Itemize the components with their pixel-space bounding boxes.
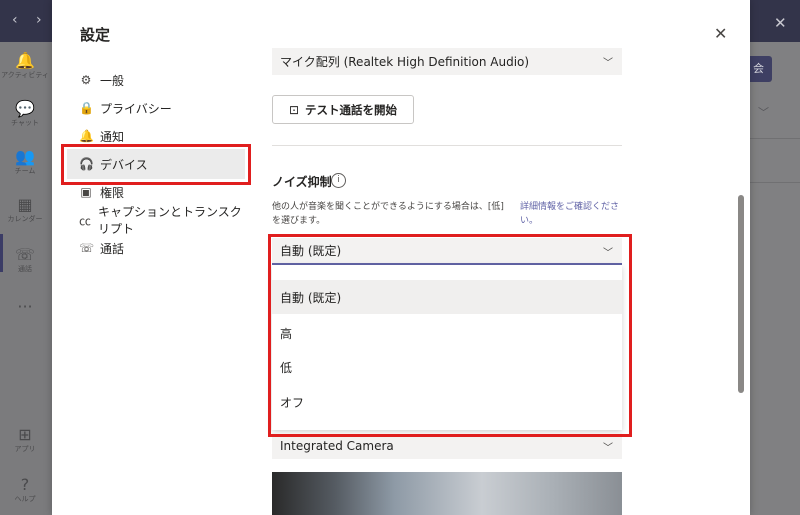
option-off[interactable]: オフ	[272, 385, 622, 419]
teams-icon: 👥	[15, 147, 35, 166]
phone-icon: ☏	[14, 245, 35, 264]
test-call-icon: ⊡	[288, 102, 300, 117]
more-icon: ···	[17, 297, 33, 316]
app-close-icon[interactable]: ✕	[774, 14, 787, 32]
rail-calendar[interactable]: ▦ カレンダー	[0, 196, 50, 224]
app-rail: 🔔 アクティビティ 💬 チャット 👥 チーム ▦ カレンダー ☏ 通話 ··· ⊞ アプリ …	[0, 42, 50, 515]
rail-calls[interactable]: ☏ 通話	[0, 246, 50, 274]
option-low[interactable]: 低	[272, 350, 622, 384]
apps-icon: ⊞	[18, 425, 32, 444]
divider	[750, 138, 800, 139]
calendar-icon: ▦	[17, 195, 33, 214]
rail-help[interactable]: ? ヘルプ	[0, 476, 50, 504]
chevron-down-icon: ﹀	[603, 248, 613, 259]
learn-more-link[interactable]: 詳細情報をご確認ください。	[520, 200, 630, 228]
gear-icon: ⚙	[80, 73, 92, 87]
help-icon: ?	[20, 475, 30, 494]
nav-captions[interactable]: ㏄キャプションとトランスクリプト	[67, 205, 245, 236]
lock-icon: 🔒	[79, 101, 94, 115]
info-icon[interactable]: i	[331, 173, 346, 188]
section-divider	[272, 145, 622, 146]
scrollbar[interactable]	[738, 195, 744, 393]
back-icon[interactable]: ‹	[12, 12, 18, 28]
noise-suppression-description: 他の人が音楽を聞くことができるようにする場合は、[低] を選びます。	[272, 202, 504, 226]
camera-select[interactable]: Integrated Camera ﹀	[272, 433, 622, 459]
chevron-down-icon: ﹀	[603, 58, 613, 69]
nav-calls[interactable]: ☏ 通話	[67, 233, 245, 263]
microphone-select[interactable]: マイク配列 (Realtek High Definition Audio) ﹀	[272, 48, 622, 75]
nav-privacy[interactable]: 🔒 プライバシー	[67, 93, 245, 123]
nav-devices[interactable]: 🎧 デバイス	[67, 149, 245, 179]
phone-icon: ☏	[79, 241, 95, 255]
test-call-button[interactable]: ⊡ テスト通話を開始	[272, 95, 414, 124]
rail-activity[interactable]: 🔔 アクティビティ	[0, 52, 50, 80]
noise-suppression-title: ノイズ抑制	[272, 175, 332, 189]
chat-icon: 💬	[15, 99, 35, 118]
noise-suppression-dropdown: 自動 (既定) 高 低 オフ	[272, 265, 622, 430]
chevron-down-icon: ﹀	[758, 106, 769, 119]
option-auto[interactable]: 自動 (既定)	[272, 280, 622, 314]
gift-icon: ▣	[80, 185, 92, 199]
nav-general[interactable]: ⚙ 一般	[67, 65, 245, 95]
noise-suppression-select[interactable]: 自動 (既定) ﹀	[272, 238, 622, 265]
close-icon[interactable]: ✕	[714, 24, 727, 43]
headset-icon: 🎧	[79, 157, 94, 171]
divider	[750, 182, 800, 183]
nav-notifications[interactable]: 🔔 通知	[67, 121, 245, 151]
dialog-title: 設定	[80, 26, 111, 44]
forward-icon[interactable]: ›	[36, 12, 42, 28]
camera-preview	[272, 472, 622, 515]
bell-icon: 🔔	[15, 51, 35, 70]
cc-icon: ㏄	[79, 213, 92, 228]
rail-apps[interactable]: ⊞ アプリ	[0, 426, 50, 454]
rail-teams[interactable]: 👥 チーム	[0, 148, 50, 176]
bell-icon: 🔔	[79, 129, 94, 143]
rail-chat[interactable]: 💬 チャット	[0, 100, 50, 128]
chevron-down-icon: ﹀	[603, 443, 613, 454]
option-high[interactable]: 高	[272, 316, 622, 350]
rail-more[interactable]: ···	[0, 298, 50, 316]
background-button: 会	[750, 56, 772, 82]
background-content: 会 ﹀	[750, 42, 800, 515]
settings-dialog: 設定 ✕ ⚙ 一般 🔒 プライバシー 🔔 通知 🎧 デバイス ▣ 権限 ㏄キャプションとト…	[52, 0, 750, 515]
